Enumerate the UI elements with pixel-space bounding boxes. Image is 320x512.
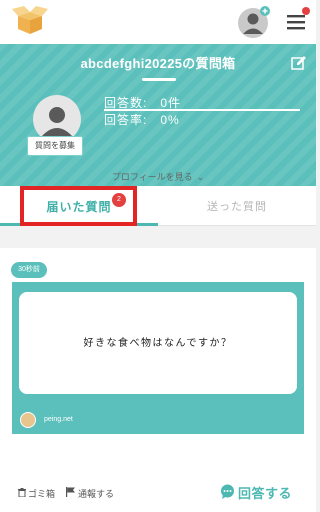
question-body: 好きな食べ物はなんですか？ xyxy=(19,292,297,394)
highlight-box xyxy=(20,186,137,226)
tab-sent-label: 送った質問 xyxy=(207,201,267,213)
view-profile-label: プロフィールを見る xyxy=(111,172,193,182)
top-bar xyxy=(0,0,316,44)
open-box-logo-icon[interactable] xyxy=(10,4,50,38)
recruit-questions-button[interactable]: 質問を募集 xyxy=(27,136,83,156)
question-tabs: 届いた質問 2 送った質問 xyxy=(0,186,316,226)
view-profile-link[interactable]: プロフィールを見る ⌄ xyxy=(0,170,316,183)
question-card: 30秒前 好きな食べ物はなんですか？ peing.net ゴミ箱 通報する 回答… xyxy=(0,248,316,512)
time-badge: 30秒前 xyxy=(11,262,47,278)
tab-sent-questions[interactable]: 送った質問 xyxy=(158,186,316,226)
app-screen: abcdefghi20225の質問箱 質問を募集 回答数: 0件 回答率: 0%… xyxy=(0,0,316,512)
notification-dot-icon xyxy=(302,7,310,15)
hamburger-menu-icon[interactable] xyxy=(284,6,312,36)
speech-bubble-icon[interactable] xyxy=(220,484,235,499)
chevron-down-icon: ⌄ xyxy=(196,172,205,182)
answer-button[interactable]: 回答する xyxy=(238,483,292,502)
page-title: abcdefghi20225の質問箱 xyxy=(80,56,236,71)
flag-icon[interactable] xyxy=(66,487,75,497)
card-actions: ゴミ箱 通報する 回答する xyxy=(0,480,316,504)
pencil-edit-icon[interactable] xyxy=(291,55,307,71)
question-text: 好きな食べ物はなんですか？ xyxy=(83,338,233,349)
report-button[interactable]: 通報する xyxy=(78,487,114,500)
trash-button[interactable]: ゴミ箱 xyxy=(28,487,55,500)
user-avatar-plus-icon[interactable] xyxy=(236,4,272,40)
source-label: peing.net xyxy=(44,416,73,423)
answer-rate: 回答率: 0% xyxy=(104,113,180,127)
source-avatar-icon xyxy=(20,412,36,428)
tab-received-questions[interactable]: 届いた質問 2 xyxy=(0,186,158,226)
title-underline xyxy=(142,78,176,81)
trash-icon[interactable] xyxy=(18,488,26,497)
question-panel[interactable]: 好きな食べ物はなんですか？ peing.net xyxy=(12,282,304,434)
